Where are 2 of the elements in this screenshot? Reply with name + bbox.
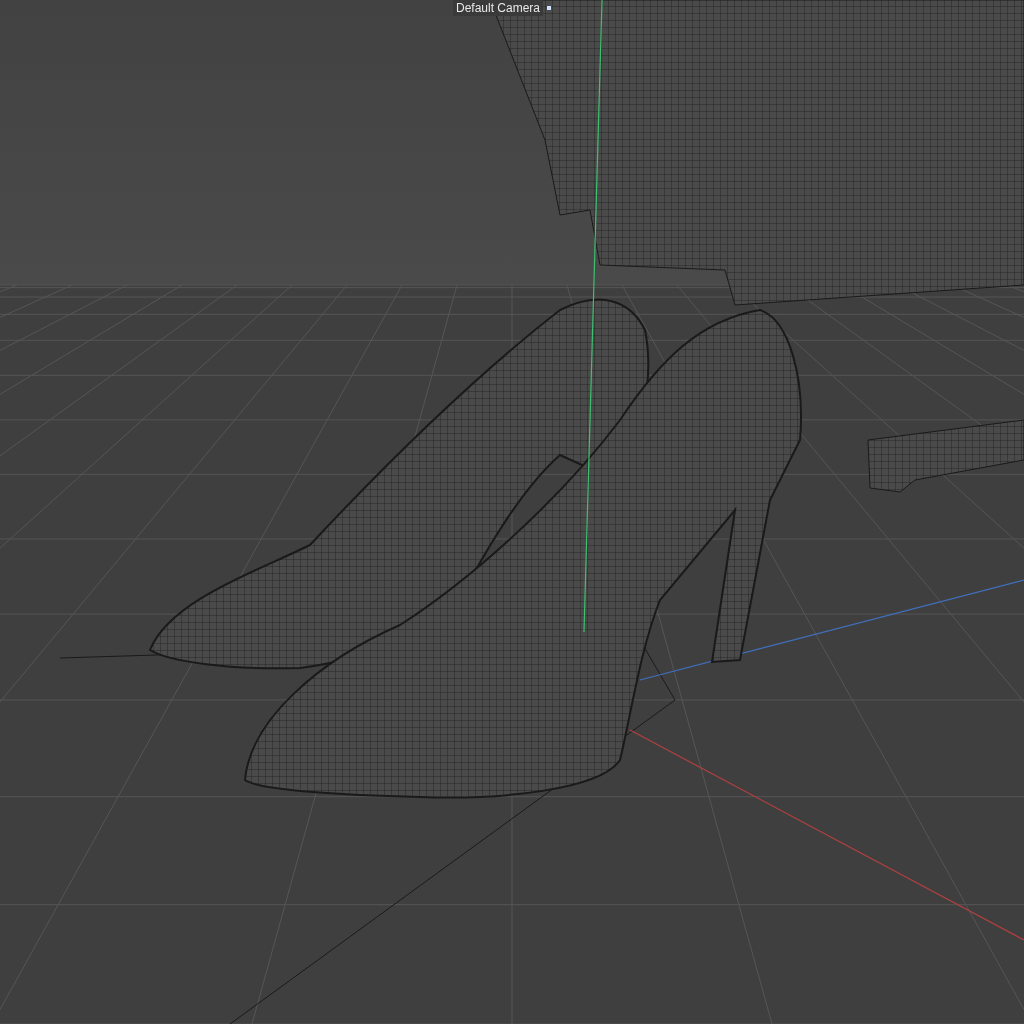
camera-label: Default Camera xyxy=(453,0,544,16)
camera-indicator-icon xyxy=(547,6,552,10)
